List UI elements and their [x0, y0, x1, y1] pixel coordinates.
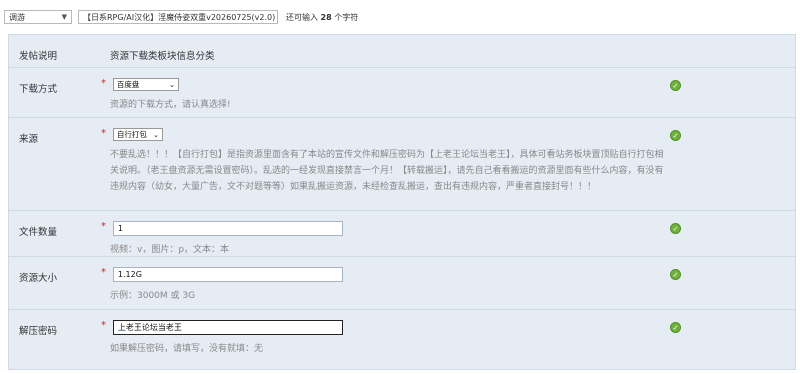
- file-count-hint: 视频：v，图片：p，文本：本: [110, 245, 230, 255]
- check-circle-icon: ✓: [670, 322, 681, 333]
- required-mark: *: [101, 320, 106, 331]
- resource-size-hint: 示例：3000M 或 3G: [110, 291, 196, 301]
- download-method-select[interactable]: 百度盘 ⌄: [112, 78, 179, 91]
- thread-title-value: 【日系RPG/AI汉化】淫魔侍姿双重v20260725(v2.0): [83, 12, 276, 22]
- file-count-input[interactable]: 1: [112, 221, 343, 236]
- posting-guide-text: 资源下载类板块信息分类: [110, 51, 215, 62]
- category-select[interactable]: 调游 ▼: [4, 10, 72, 24]
- remaining-count: 28: [320, 12, 332, 22]
- required-mark: *: [101, 267, 106, 278]
- remaining-chars-text: 还可输入 28 个字符: [286, 12, 359, 22]
- required-mark: *: [101, 221, 106, 232]
- resource-size-input[interactable]: 1.12G: [112, 267, 343, 282]
- download-method-hint: 资源的下载方式，请认真选择!: [110, 100, 231, 110]
- file-count-label: 文件数量: [19, 227, 58, 238]
- download-method-value: 百度盘: [116, 80, 140, 89]
- thread-title-bar: 调游 ▼ 【日系RPG/AI汉化】淫魔侍姿双重v20260725(v2.0) 还…: [4, 8, 358, 26]
- resource-size-row: 资源大小 * 1.12G 示例：3000M 或 3G ✓: [9, 257, 795, 310]
- file-count-value: 1: [117, 224, 123, 233]
- unzip-password-label: 解压密码: [19, 326, 58, 337]
- resource-size-value: 1.12G: [117, 270, 142, 279]
- unzip-password-input[interactable]: 上老王论坛当老王: [112, 320, 343, 335]
- source-select[interactable]: 自行打包 ⌄: [112, 128, 163, 141]
- source-value: 自行打包: [116, 130, 147, 139]
- resource-size-label: 资源大小: [19, 273, 58, 284]
- category-select-value: 调游: [9, 12, 25, 22]
- check-circle-icon: ✓: [670, 80, 681, 91]
- check-circle-icon: ✓: [670, 269, 681, 280]
- chevron-down-icon: ⌄: [169, 80, 175, 89]
- resource-info-panel: 发帖说明 资源下载类板块信息分类 下载方式 * 百度盘 ⌄ 资源的下载方式，请认…: [8, 34, 796, 370]
- required-mark: *: [101, 78, 106, 89]
- thread-title-input[interactable]: 【日系RPG/AI汉化】淫魔侍姿双重v20260725(v2.0): [78, 10, 278, 24]
- download-method-label: 下载方式: [19, 84, 58, 95]
- download-method-field: * 百度盘 ⌄ 资源的下载方式，请认真选择!: [101, 78, 675, 113]
- chevron-down-icon: ▼: [61, 13, 67, 21]
- check-circle-icon: ✓: [670, 130, 681, 141]
- file-count-row: 文件数量 * 1 视频：v，图片：p，文本：本 ✓: [9, 211, 795, 257]
- required-mark: *: [101, 128, 106, 139]
- source-hint: 不要乱选！！！【自行打包】是指资源里面含有了本站的宣传文件和解压密码为【上老王论…: [110, 150, 664, 192]
- unzip-password-field: * 上老王论坛当老王 如果解压密码，请填写，没有就填：无: [101, 320, 675, 357]
- posting-guide-label: 发帖说明: [19, 51, 58, 62]
- unzip-password-hint: 如果解压密码，请填写，没有就填：无: [110, 344, 264, 354]
- resource-size-field: * 1.12G 示例：3000M 或 3G: [101, 267, 675, 304]
- source-label: 来源: [19, 134, 39, 145]
- check-circle-icon: ✓: [670, 223, 681, 234]
- file-count-field: * 1 视频：v，图片：p，文本：本: [101, 221, 675, 258]
- chevron-down-icon: ⌄: [153, 130, 159, 139]
- source-field: * 自行打包 ⌄ 不要乱选！！！【自行打包】是指资源里面含有了本站的宣传文件和解…: [101, 128, 675, 195]
- unzip-password-row: 解压密码 * 上老王论坛当老王 如果解压密码，请填写，没有就填：无 ✓: [9, 310, 795, 370]
- download-method-row: 下载方式 * 百度盘 ⌄ 资源的下载方式，请认真选择! ✓: [9, 68, 795, 118]
- source-row: 来源 * 自行打包 ⌄ 不要乱选！！！【自行打包】是指资源里面含有了本站的宣传文…: [9, 118, 795, 211]
- unzip-password-value: 上老王论坛当老王: [117, 323, 182, 332]
- posting-guide-row: 发帖说明 资源下载类板块信息分类: [9, 35, 795, 68]
